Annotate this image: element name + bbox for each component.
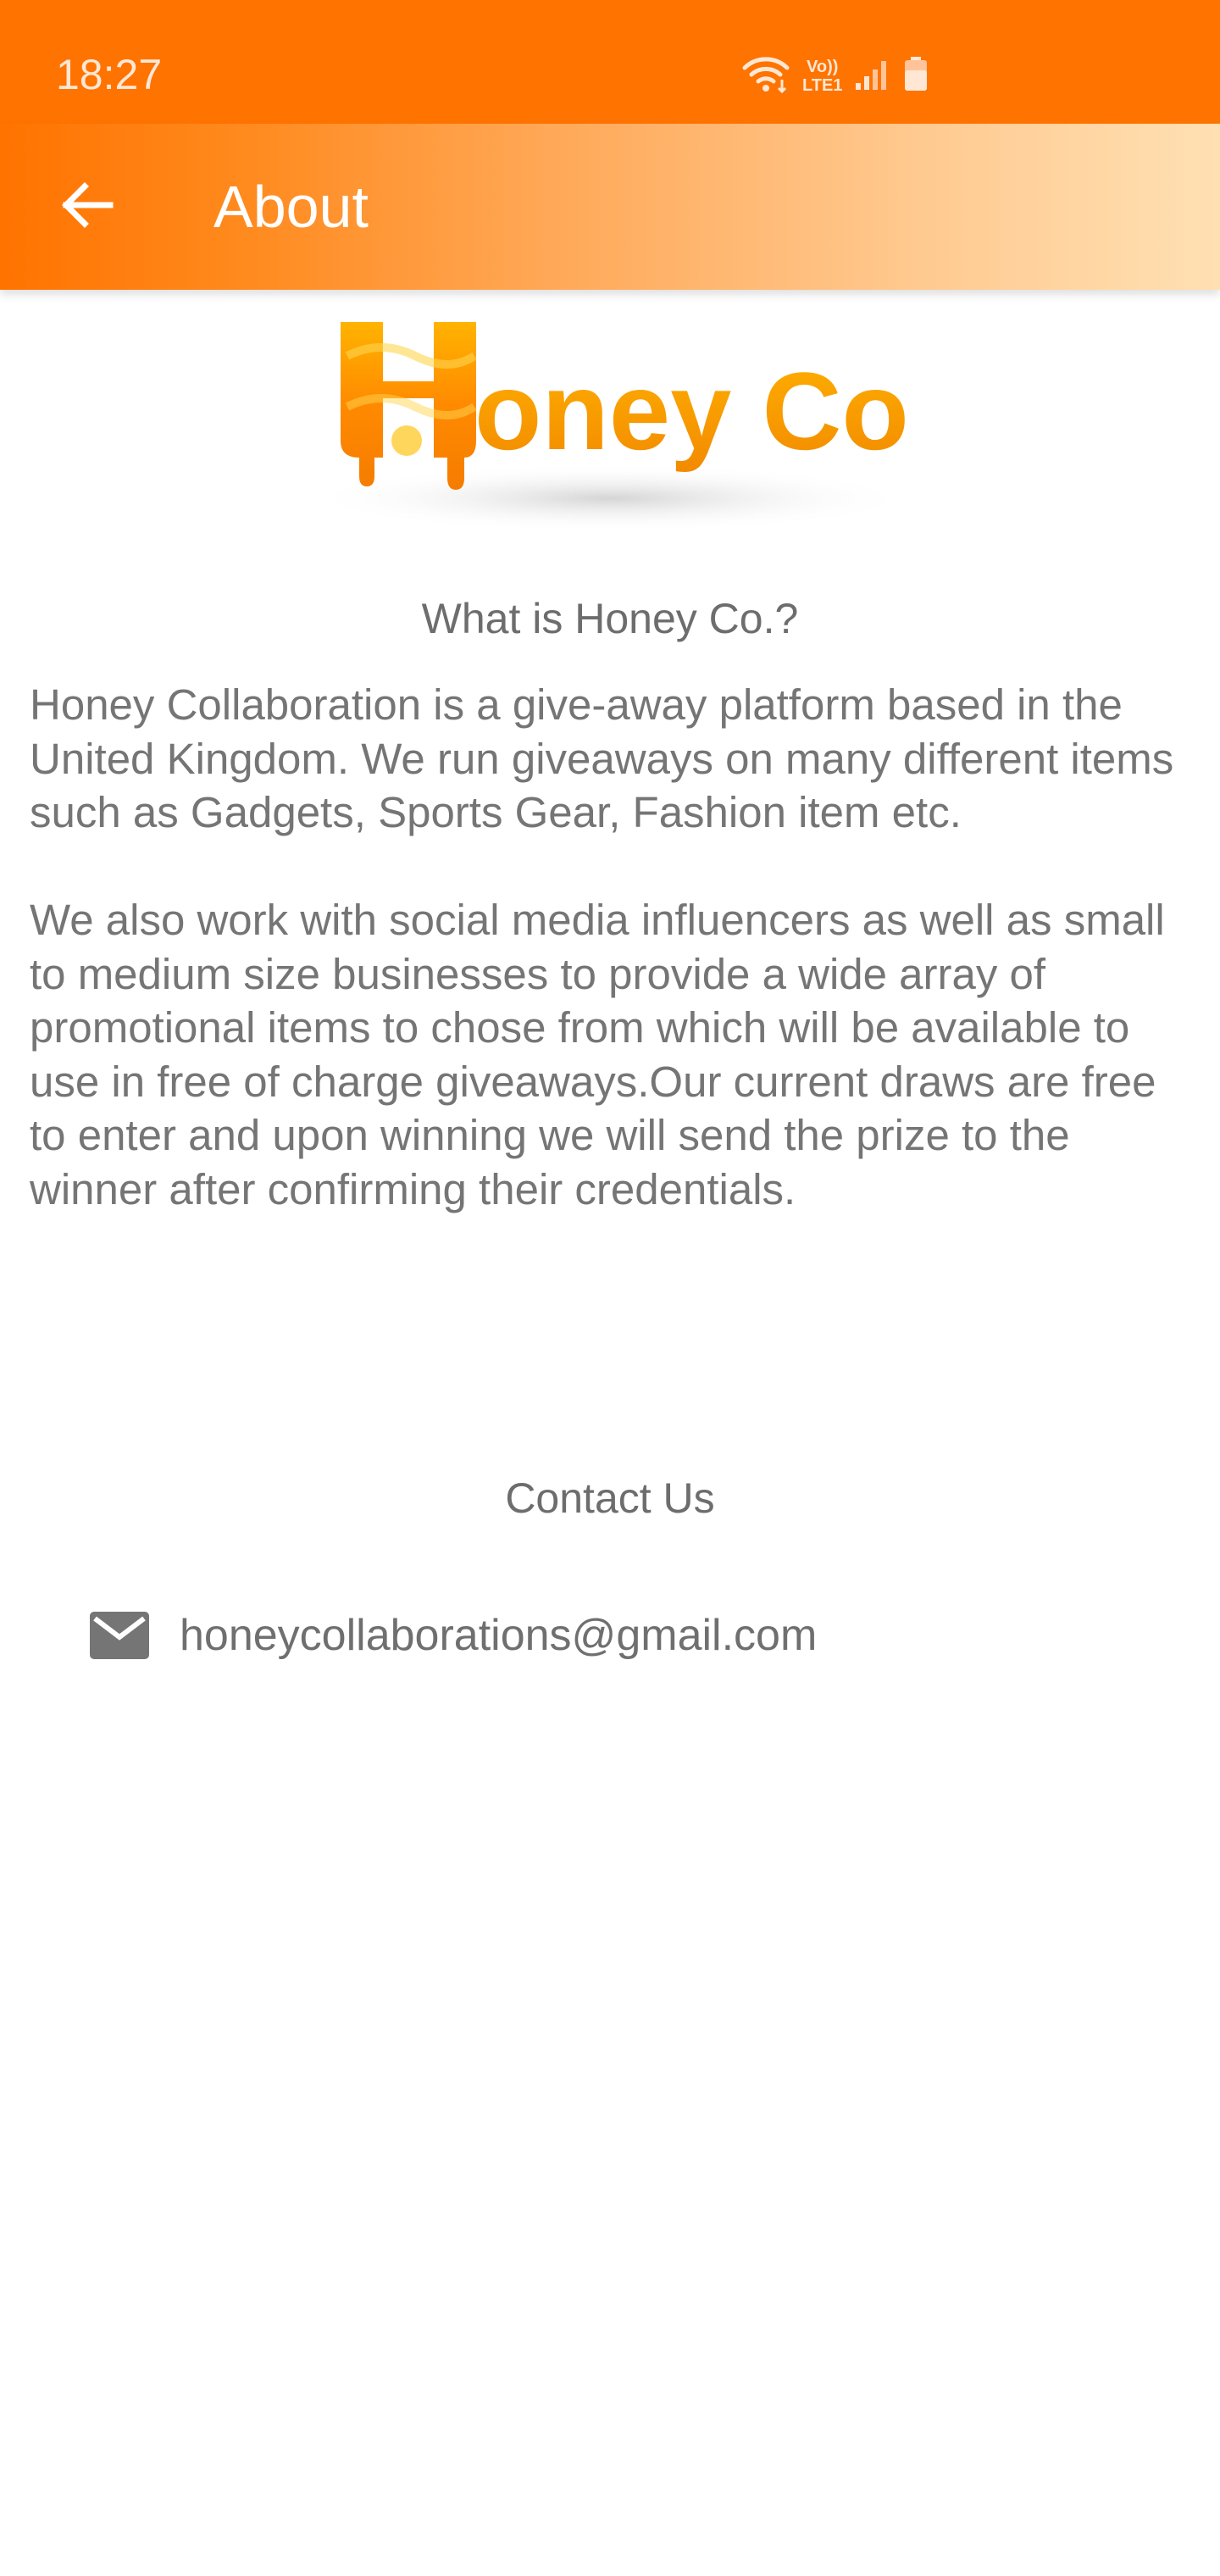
contact-email-row[interactable]: honeycollaborations@gmail.com [88,1602,817,1669]
wifi-icon [741,54,790,99]
app-bar: About [0,124,1220,290]
about-paragraph: Honey Collaboration is a give-away platf… [30,680,1174,836]
network-label: Vo)) LTE1 [802,58,842,95]
status-icons: Vo)) LTE1 [741,53,929,100]
status-bar: 18:27 Vo)) LTE1 [0,0,1220,124]
network-label-top: Vo)) [807,58,839,76]
contact-heading: Contact Us [505,1474,715,1522]
signal-icon [854,58,891,96]
back-button[interactable] [51,171,122,242]
about-paragraph: We also work with social media influence… [30,896,1165,1213]
mail-icon [88,1610,151,1661]
about-heading: What is Honey Co.? [421,595,799,642]
status-time: 18:27 [56,51,163,98]
battery-icon [903,56,929,97]
contact-email-link[interactable]: honeycollaborations@gmail.com [180,1610,817,1661]
arrow-left-icon [59,181,114,233]
honey-co-logo: oney Co. [305,305,940,542]
network-label-bottom: LTE1 [802,76,843,95]
page-title: About [214,174,369,240]
about-text: Honey Collaboration is a give-away platf… [30,678,1199,1216]
svg-text:oney Co.: oney Co. [474,349,915,473]
